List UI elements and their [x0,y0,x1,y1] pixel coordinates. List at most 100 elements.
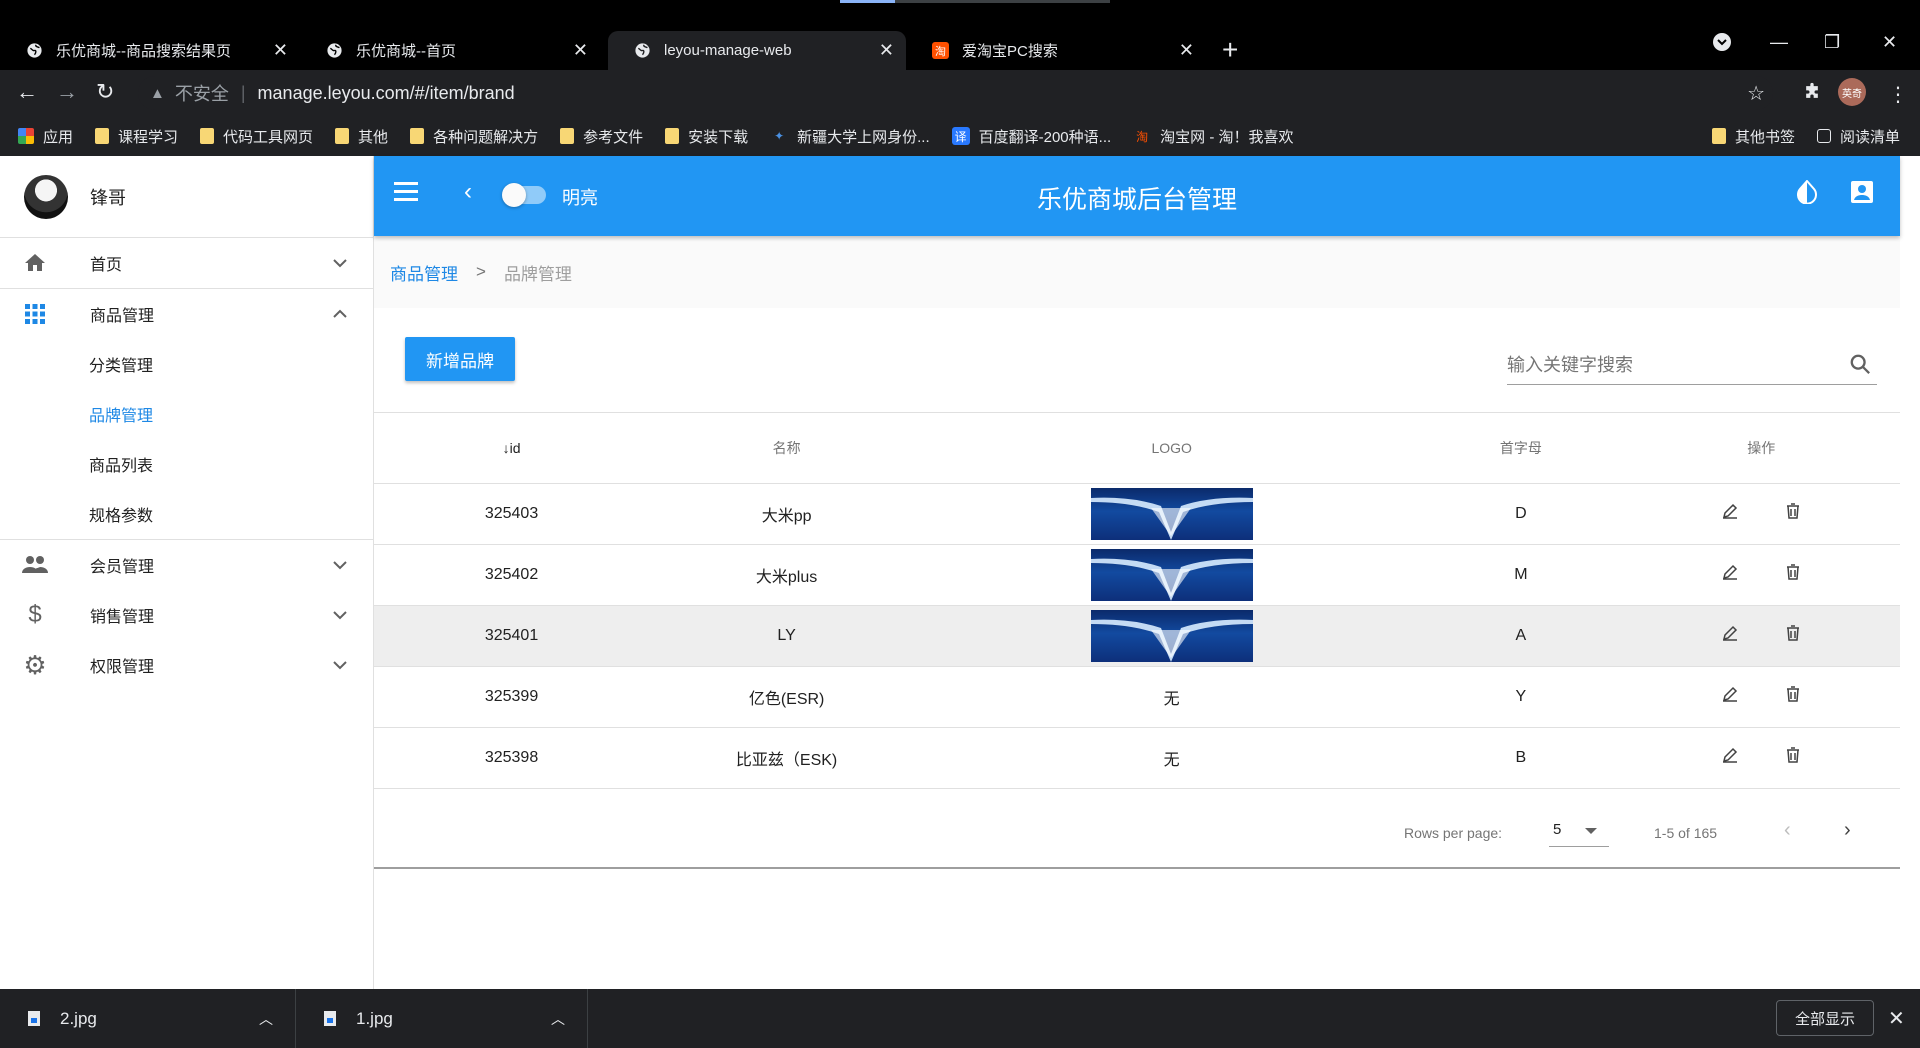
sidebar-subitem-category[interactable]: 分类管理 [0,339,373,389]
delete-icon[interactable] [1786,686,1800,707]
delete-icon[interactable] [1786,747,1800,768]
url-field[interactable]: ▲ 不安全 | manage.leyou.com/#/item/brand ☆ [138,76,1773,110]
sidebar-subitem-spec[interactable]: 规格参数 [0,489,373,539]
chevron-down-icon [333,657,347,673]
close-icon[interactable]: ✕ [573,40,588,61]
rows-per-page-select[interactable]: 5 [1549,817,1609,847]
table-row: 325402 大米plus M [374,544,1900,606]
column-header-name[interactable]: 名称 [649,413,925,484]
more-menu-icon[interactable]: ⋮ [1888,82,1908,107]
user-name: 锋哥 [90,187,126,208]
sidebar-item-members[interactable]: 会员管理 [0,540,373,590]
table-header-row: ↓id 名称 LOGO 首字母 操作 [374,413,1900,484]
add-brand-button[interactable]: 新增品牌 [405,337,515,381]
window-close-icon[interactable]: ✕ [1882,32,1897,53]
minimize-icon[interactable]: — [1770,32,1788,53]
cell-actions [1622,483,1900,545]
bookmark-item[interactable]: 应用 [18,126,73,147]
cell-actions [1622,544,1900,606]
theme-toggle[interactable] [502,183,546,207]
invert-colors-icon[interactable] [1796,179,1818,211]
bookmark-item[interactable]: 译百度翻译-200种语... [951,126,1111,147]
bookmark-item-other[interactable]: 其他书签 [1711,126,1795,147]
folder-icon [665,128,680,144]
cell-logo [924,605,1420,667]
reading-list-icon [1816,129,1831,143]
chevron-left-icon[interactable]: ‹ [464,178,472,206]
column-header-id[interactable]: ↓id [374,413,650,484]
column-header-logo[interactable]: LOGO [924,413,1420,484]
restore-icon[interactable]: ❐ [1824,32,1840,53]
download-item[interactable]: 2.jpg ︿ [0,989,296,1048]
extensions-icon[interactable] [1802,82,1822,108]
table-row: 325398 比亚兹（ESK) 无 B [374,727,1900,789]
account-box-icon[interactable] [1850,180,1874,211]
search-input[interactable] [1507,355,1827,376]
bookmark-item[interactable]: 淘淘宝网 - 淘！我喜欢 [1133,126,1293,147]
bookmark-item[interactable]: 各种问题解决方 [410,126,538,147]
profile-avatar[interactable]: 英奇 [1838,78,1866,106]
chevron-up-icon[interactable]: ︿ [259,1009,273,1029]
bookmark-item[interactable]: 其他 [335,126,388,147]
close-icon[interactable]: ✕ [1179,40,1194,61]
breadcrumb-separator: > [476,262,486,281]
bookmark-item[interactable]: 代码工具网页 [200,126,313,147]
sidebar-subitem-brand[interactable]: 品牌管理 [0,389,373,439]
next-page-icon[interactable]: › [1844,819,1851,842]
column-header-letter[interactable]: 首字母 [1419,413,1623,484]
search-icon[interactable] [1849,353,1871,380]
home-icon [20,251,50,275]
folder-icon [560,128,575,144]
menu-icon[interactable] [394,182,418,206]
sidebar: 锋哥 首页 商品管理 分类管理 品牌管理 商品列表 规格参数 会员管理 $ 销售… [0,156,374,989]
new-tab-button[interactable]: + [1222,36,1238,64]
sidebar-item-home[interactable]: 首页 [0,238,373,288]
sidebar-item-sales[interactable]: $ 销售管理 [0,590,373,640]
edit-icon[interactable] [1722,686,1738,707]
reload-icon[interactable]: ↻ [96,79,114,105]
breadcrumb-link[interactable]: 商品管理 [390,260,458,285]
forward-arrow-icon[interactable]: → [56,79,78,105]
close-icon[interactable]: ✕ [273,40,288,61]
close-icon[interactable]: ✕ [1888,1006,1905,1031]
browser-tab[interactable]: 乐优商城--商品搜索结果页 ✕ [0,31,300,70]
brand-logo-image [1090,548,1253,601]
browser-tab[interactable]: 淘 爱淘宝PC搜索 ✕ [906,31,1206,70]
brand-logo-image [1090,609,1253,662]
sidebar-item-goods[interactable]: 商品管理 [0,289,373,339]
delete-icon[interactable] [1786,625,1800,646]
chevron-up-icon[interactable]: ︿ [551,1009,565,1029]
bookmark-item[interactable]: ✦ 新疆大学上网身份... [770,126,930,147]
edit-icon[interactable] [1722,625,1738,646]
card-header: 新增品牌 [374,308,1900,413]
settings-icon: ⚙ [23,649,47,680]
chevron-up-icon [333,306,347,322]
bookmark-star-icon[interactable]: ☆ [1747,81,1765,106]
browser-tab-active[interactable]: leyou-manage-web ✕ [608,31,906,70]
close-icon[interactable]: ✕ [879,40,894,61]
bookmark-item[interactable]: 参考文件 [560,126,643,147]
cell-id: 325402 [374,544,650,606]
sidebar-subitem-goods-list[interactable]: 商品列表 [0,439,373,489]
cell-actions [1622,727,1900,789]
tab-search-icon[interactable] [1712,32,1732,57]
bookmark-item[interactable]: 安装下载 [665,126,748,147]
apps-grid-icon [18,128,34,144]
delete-icon[interactable] [1786,503,1800,524]
prev-page-icon[interactable]: ‹ [1784,819,1791,842]
delete-icon[interactable] [1786,564,1800,585]
show-all-button[interactable]: 全部显示 [1776,1000,1874,1036]
edit-icon[interactable] [1722,564,1738,585]
back-arrow-icon[interactable]: ← [16,79,38,105]
edit-icon[interactable] [1722,747,1738,768]
browser-tab[interactable]: 乐优商城--首页 ✕ [300,31,600,70]
loading-indicator [840,0,1110,3]
image-file-icon [324,1011,336,1026]
reading-list[interactable]: 阅读清单 [1816,126,1900,147]
download-item[interactable]: 1.jpg ︿ [296,989,588,1048]
sidebar-item-permissions[interactable]: ⚙ 权限管理 [0,640,373,690]
cell-name: 大米pp [649,483,925,545]
bookmark-item[interactable]: 课程学习 [95,126,178,147]
cell-id: 325398 [374,727,650,789]
edit-icon[interactable] [1722,503,1738,524]
